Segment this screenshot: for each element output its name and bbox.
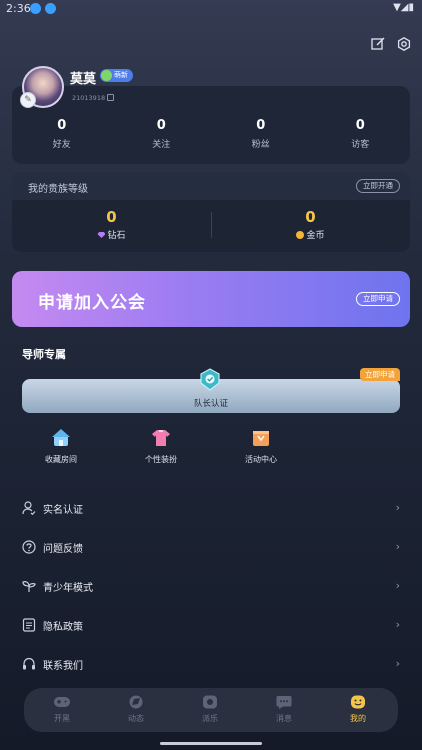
- feature-label: 个性装扮: [145, 455, 177, 464]
- tab-me[interactable]: 我的: [328, 694, 388, 724]
- feature-activity-center[interactable]: 活动中心: [221, 428, 301, 465]
- shirt-icon: [151, 428, 171, 448]
- tab-label: 开黑: [54, 714, 70, 723]
- stat-friends[interactable]: 0 好友: [12, 118, 112, 158]
- tab-play[interactable]: 开黑: [32, 694, 92, 724]
- copy-icon[interactable]: [107, 94, 115, 101]
- stat-value: 0: [156, 118, 166, 133]
- tab-feed[interactable]: 动态: [106, 694, 166, 724]
- stat-label: 访客: [351, 140, 370, 150]
- coin-label: 金币: [306, 231, 325, 241]
- open-noble-button[interactable]: 立即开通: [356, 179, 400, 193]
- coin-icon: [296, 231, 305, 239]
- stat-following[interactable]: 0 关注: [112, 118, 212, 158]
- feature-favorite-rooms[interactable]: 收藏房间: [21, 428, 101, 465]
- guild-apply-button[interactable]: 立即申请: [356, 292, 400, 306]
- headset-icon: [22, 656, 36, 670]
- guild-title: 申请加入公会: [38, 293, 146, 313]
- stat-label: 粉丝: [251, 140, 270, 150]
- feature-dressup[interactable]: 个性装扮: [121, 428, 201, 465]
- diamond-label: 钻石: [107, 231, 126, 241]
- coin-balance[interactable]: 0 金币: [211, 208, 410, 241]
- badge-icon: [199, 368, 221, 392]
- document-icon: [22, 617, 36, 632]
- diamond-value: 0: [106, 208, 117, 226]
- nickname: 莫莫: [70, 72, 97, 87]
- home-indicator[interactable]: [160, 742, 262, 745]
- tab-party[interactable]: 派乐: [180, 694, 240, 724]
- gamepad-icon: [53, 694, 71, 710]
- stat-visitors[interactable]: 0 访客: [311, 118, 411, 158]
- question-icon: [22, 539, 36, 554]
- settings-icon[interactable]: [396, 36, 412, 52]
- menu-teen-mode[interactable]: 青少年模式 ›: [12, 566, 410, 605]
- user-id[interactable]: 21013918: [72, 94, 115, 102]
- chevron-right-icon: ›: [395, 618, 400, 631]
- stat-value: 0: [57, 118, 67, 133]
- menu-feedback[interactable]: 问题反馈 ›: [12, 527, 410, 566]
- menu-contact[interactable]: 联系我们 ›: [12, 644, 410, 683]
- profile-stats: 0 好友 0 关注 0 粉丝 0 访客: [12, 118, 410, 158]
- stat-fans[interactable]: 0 粉丝: [211, 118, 311, 158]
- coin-value: 0: [305, 208, 316, 226]
- menu-label: 问题反馈: [43, 544, 83, 555]
- party-icon: [201, 694, 219, 710]
- join-guild-banner[interactable]: 申请加入公会 立即申请: [12, 271, 410, 327]
- edit-icon[interactable]: [370, 36, 386, 52]
- menu-label: 青少年模式: [43, 583, 93, 594]
- menu-label: 实名认证: [43, 505, 83, 516]
- stat-value: 0: [256, 118, 266, 133]
- stat-label: 关注: [152, 140, 171, 150]
- user-verify-icon: [22, 500, 36, 516]
- tab-messages[interactable]: 消息: [254, 694, 314, 724]
- stat-value: 0: [355, 118, 365, 133]
- notification-icon: [30, 3, 41, 14]
- top-actions: [370, 36, 412, 52]
- level-badge: 萌新: [100, 69, 133, 82]
- chevron-right-icon: ›: [395, 579, 400, 592]
- menu-label: 隐私政策: [43, 622, 83, 633]
- bottom-tab-bar: 开黑 动态 派乐 消息 我的: [24, 688, 398, 732]
- notification-icon: [45, 3, 56, 14]
- feature-label: 活动中心: [245, 455, 277, 464]
- chevron-right-icon: ›: [395, 501, 400, 514]
- tab-label: 我的: [350, 714, 366, 723]
- tab-label: 消息: [276, 714, 292, 723]
- mentor-title: 导师专属: [22, 348, 66, 361]
- noble-title: 我的贵族等级: [28, 184, 88, 195]
- tab-label: 派乐: [202, 714, 218, 723]
- me-icon: [349, 694, 367, 710]
- user-id-value: 21013918: [72, 94, 106, 102]
- gift-icon: [251, 428, 271, 448]
- menu-real-name[interactable]: 实名认证 ›: [12, 488, 410, 527]
- chevron-right-icon: ›: [395, 540, 400, 553]
- menu-privacy[interactable]: 隐私政策 ›: [12, 605, 410, 644]
- divider: [211, 212, 212, 238]
- sprout-icon: [22, 578, 36, 592]
- status-bar: 2:36 ▼◢▮: [0, 0, 422, 18]
- diamond-icon: [97, 232, 106, 238]
- captain-label: 队长认证: [193, 399, 228, 409]
- tab-label: 动态: [128, 714, 144, 723]
- noble-header: 我的贵族等级 立即开通: [12, 172, 410, 200]
- stat-label: 好友: [52, 140, 71, 150]
- menu-label: 联系我们: [43, 661, 83, 672]
- signal-battery-icon: ▼◢▮: [393, 2, 414, 13]
- avatar-edit-icon[interactable]: ✎: [20, 92, 36, 108]
- feature-label: 收藏房间: [45, 455, 77, 464]
- captain-apply-tag[interactable]: 立即申请: [360, 368, 400, 381]
- diamond-balance[interactable]: 0 钻石: [12, 208, 211, 241]
- home-icon: [51, 428, 71, 448]
- status-time: 2:36: [6, 2, 31, 15]
- chevron-right-icon: ›: [395, 657, 400, 670]
- message-icon: [275, 694, 293, 710]
- noble-card: 我的贵族等级 立即开通 0 钻石 0 金币: [12, 172, 410, 252]
- feed-icon: [127, 694, 145, 710]
